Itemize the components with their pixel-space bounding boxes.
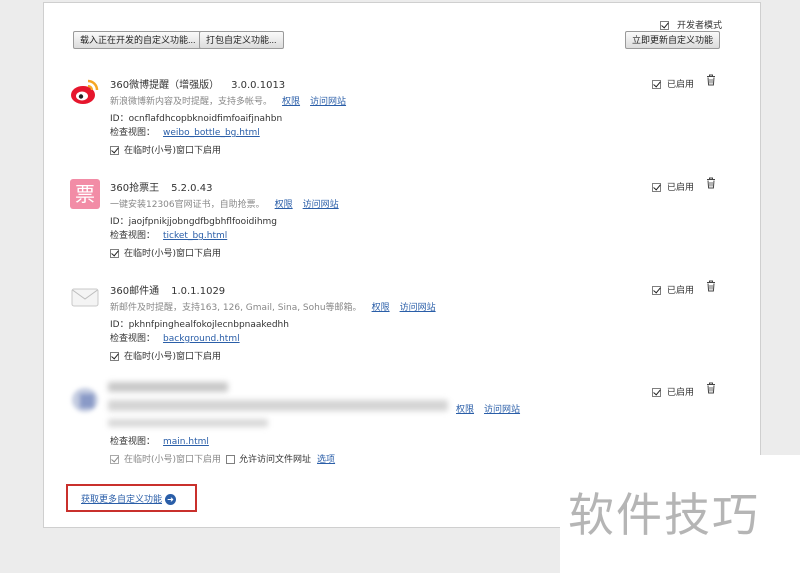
incognito-toggle[interactable]: 在临时(小号)窗口下启用	[110, 349, 221, 362]
pack-extension-button[interactable]: 打包自定义功能...	[199, 31, 284, 49]
inspect-views: 检查视图： main.html	[110, 437, 209, 447]
inspect-view-link[interactable]: background.html	[163, 334, 240, 344]
enabled-toggle[interactable]: 已启用	[652, 180, 694, 193]
incognito-checkbox[interactable]	[110, 249, 119, 258]
enabled-checkbox[interactable]	[652, 183, 661, 192]
permissions-link[interactable]: 权限	[282, 97, 300, 107]
trash-icon[interactable]	[706, 382, 716, 394]
watermark-text: 软件技巧	[568, 488, 760, 542]
inspect-views: 检查视图： weibo_bottle_bg.html	[110, 128, 260, 138]
permissions-link[interactable]: 权限	[372, 303, 390, 313]
visit-site-link[interactable]: 访问网站	[400, 303, 436, 313]
visit-site-link[interactable]: 访问网站	[310, 97, 346, 107]
incognito-toggle[interactable]: 在临时(小号)窗口下启用	[110, 143, 221, 156]
extension-version: 5.2.0.43	[171, 183, 213, 194]
extension-links: 权限 访问网站	[456, 402, 520, 415]
incognito-toggle[interactable]: 在临时(小号)窗口下启用	[110, 246, 221, 259]
enabled-checkbox[interactable]	[652, 286, 661, 295]
developer-mode-label: 开发者模式	[677, 21, 723, 31]
trash-icon[interactable]	[706, 280, 716, 292]
blurred-extension-name	[108, 382, 228, 392]
incognito-checkbox[interactable]	[110, 455, 119, 464]
extension-description: 新邮件及时提醒，支持163, 126, Gmail, Sina, Sohu等邮箱…	[110, 303, 436, 313]
inspect-view-link[interactable]: main.html	[163, 437, 209, 447]
extension-version: 1.0.1.1029	[171, 286, 226, 297]
visit-site-link[interactable]: 访问网站	[484, 405, 520, 415]
extension-id: ID：jaojfpnikjjobngdfbgbhflfooidihmg	[110, 217, 278, 227]
ticket-icon: 票	[70, 179, 100, 209]
extension-description: 一键安装12306官网证书，自助抢票。 权限 访问网站	[110, 200, 339, 210]
inspect-view-link[interactable]: weibo_bottle_bg.html	[163, 128, 260, 138]
extension-id: ID：pkhnfpinghealfokojlecnbpnaakedhh	[110, 320, 289, 330]
trash-icon[interactable]	[706, 177, 716, 189]
weibo-icon	[71, 79, 99, 104]
enabled-toggle[interactable]: 已启用	[652, 283, 694, 296]
extension-description: 新浪微博新内容及时提醒，支持多帐号。 权限 访问网站	[110, 97, 347, 107]
extension-name: 360抢票王 5.2.0.43	[110, 183, 213, 194]
enabled-checkbox[interactable]	[652, 388, 661, 397]
update-now-button[interactable]: 立即更新自定义功能	[625, 31, 721, 49]
developer-mode-checkbox[interactable]	[660, 21, 669, 30]
enabled-checkbox[interactable]	[652, 80, 661, 89]
inspect-views: 检查视图： ticket_bg.html	[110, 231, 228, 241]
load-unpacked-button[interactable]: 载入正在开发的自定义功能...	[73, 31, 203, 49]
mail-icon	[71, 288, 99, 307]
extension-version: 3.0.0.1013	[231, 80, 286, 91]
permissions-link[interactable]: 权限	[456, 405, 474, 415]
visit-site-link[interactable]: 访问网站	[303, 200, 339, 210]
blurred-extension-description	[108, 400, 448, 411]
incognito-toggle[interactable]: 在临时(小号)窗口下启用 允许访问文件网址 选项	[110, 452, 335, 465]
incognito-checkbox[interactable]	[110, 352, 119, 361]
trash-icon[interactable]	[706, 74, 716, 86]
options-link[interactable]: 选项	[317, 455, 335, 465]
get-more-extensions-link[interactable]: 获取更多自定义功能	[81, 495, 162, 505]
watermark: 软件技巧	[560, 455, 800, 573]
allow-file-urls-label: 允许访问文件网址	[239, 455, 312, 465]
enabled-toggle[interactable]: 已启用	[652, 385, 694, 398]
developer-mode-toggle[interactable]: 开发者模式	[660, 18, 722, 31]
blurred-extension-icon	[70, 384, 100, 414]
get-more-extensions-highlight: 获取更多自定义功能 ➜	[66, 484, 197, 512]
extension-id: ID：ocnflafdhcopbknoidfimfoaifjnahbn	[110, 114, 283, 124]
blurred-extension-id	[108, 419, 268, 427]
incognito-checkbox[interactable]	[110, 146, 119, 155]
allow-file-urls-checkbox[interactable]	[226, 455, 236, 464]
permissions-link[interactable]: 权限	[275, 200, 293, 210]
inspect-view-link[interactable]: ticket_bg.html	[163, 231, 227, 241]
inspect-views: 检查视图： background.html	[110, 334, 240, 344]
extension-name: 360微博提醒（增强版） 3.0.0.1013	[110, 80, 286, 91]
arrow-right-circle-icon[interactable]: ➜	[165, 494, 177, 505]
extension-name: 360邮件通 1.0.1.1029	[110, 286, 226, 297]
enabled-toggle[interactable]: 已启用	[652, 77, 694, 90]
